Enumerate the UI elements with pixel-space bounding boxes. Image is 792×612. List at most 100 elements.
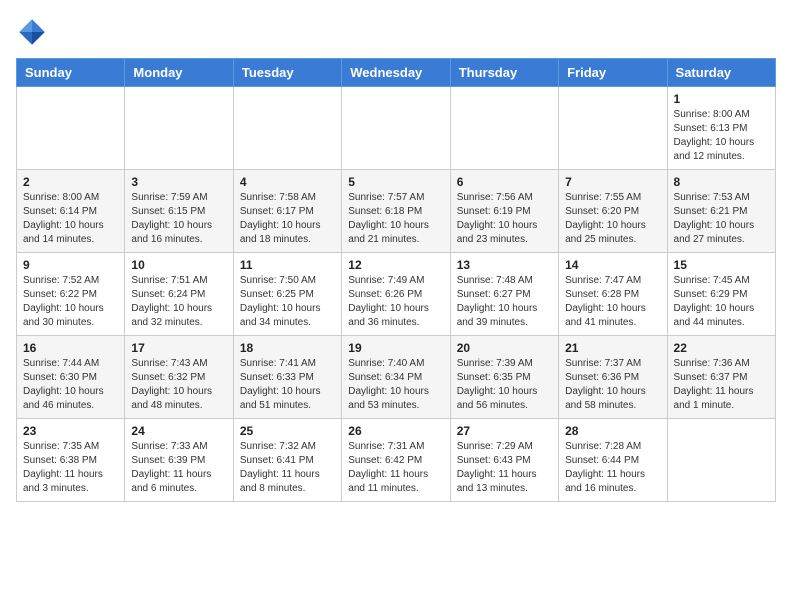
calendar-cell: 28 Sunrise: 7:28 AM Sunset: 6:44 PM Dayli… [559, 419, 667, 502]
calendar-cell: 17Sunrise: 7:43 AM Sunset: 6:32 PM Dayli… [125, 336, 233, 419]
calendar-cell: 9 Sunrise: 7:52 AM Sunset: 6:22 PM Daylig… [17, 253, 125, 336]
calendar-cell: 11 Sunrise: 7:50 AM Sunset: 6:25 PM Dayli… [233, 253, 341, 336]
calendar-header-wednesday: Wednesday [342, 59, 450, 87]
calendar-cell [450, 87, 558, 170]
day-info: Sunrise: 7:31 AM Sunset: 6:42 PM Dayligh… [348, 440, 443, 496]
calendar-header-thursday: Thursday [450, 59, 558, 87]
calendar-cell [233, 87, 341, 170]
calendar-cell: 20 Sunrise: 7:39 AM Sunset: 6:35 PM Dayli… [450, 336, 558, 419]
day-number: 11 [240, 258, 335, 272]
day-info: Sunrise: 7:37 AM Sunset: 6:36 PM Dayligh… [565, 357, 660, 413]
logo [16, 16, 52, 48]
day-number: 27 [457, 424, 552, 438]
day-number: 5 [348, 175, 443, 189]
calendar-cell [342, 87, 450, 170]
day-number: 14 [565, 258, 660, 272]
logo-icon [16, 16, 48, 48]
page-header [16, 16, 776, 48]
calendar-cell [125, 87, 233, 170]
day-info: Sunrise: 7:28 AM Sunset: 6:44 PM Dayligh… [565, 440, 660, 496]
day-number: 3 [131, 175, 226, 189]
day-info: Sunrise: 7:29 AM Sunset: 6:43 PM Dayligh… [457, 440, 552, 496]
calendar-cell: 14 Sunrise: 7:47 AM Sunset: 6:28 PM Dayli… [559, 253, 667, 336]
calendar-cell: 24 Sunrise: 7:33 AM Sunset: 6:39 PM Dayli… [125, 419, 233, 502]
day-number: 24 [131, 424, 226, 438]
calendar-cell: 6 Sunrise: 7:56 AM Sunset: 6:19 PM Daylig… [450, 170, 558, 253]
calendar-cell: 15 Sunrise: 7:45 AM Sunset: 6:29 PM Dayli… [667, 253, 775, 336]
day-info: Sunrise: 8:00 AM Sunset: 6:14 PM Dayligh… [23, 191, 118, 247]
calendar-cell: 3Sunrise: 7:59 AM Sunset: 6:15 PM Daylig… [125, 170, 233, 253]
day-info: Sunrise: 7:32 AM Sunset: 6:41 PM Dayligh… [240, 440, 335, 496]
calendar-cell: 25 Sunrise: 7:32 AM Sunset: 6:41 PM Dayli… [233, 419, 341, 502]
day-number: 18 [240, 341, 335, 355]
day-number: 21 [565, 341, 660, 355]
day-number: 25 [240, 424, 335, 438]
calendar-cell: 12 Sunrise: 7:49 AM Sunset: 6:26 PM Dayli… [342, 253, 450, 336]
day-number: 2 [23, 175, 118, 189]
calendar-cell: 26 Sunrise: 7:31 AM Sunset: 6:42 PM Dayli… [342, 419, 450, 502]
calendar-cell: 13Sunrise: 7:48 AM Sunset: 6:27 PM Dayli… [450, 253, 558, 336]
day-info: Sunrise: 7:45 AM Sunset: 6:29 PM Dayligh… [674, 274, 769, 330]
calendar-cell: 2 Sunrise: 8:00 AM Sunset: 6:14 PM Daylig… [17, 170, 125, 253]
calendar-cell: 22 Sunrise: 7:36 AM Sunset: 6:37 PM Dayli… [667, 336, 775, 419]
day-number: 4 [240, 175, 335, 189]
calendar-cell [667, 419, 775, 502]
day-number: 10 [131, 258, 226, 272]
calendar-cell: 10 Sunrise: 7:51 AM Sunset: 6:24 PM Dayli… [125, 253, 233, 336]
day-info: Sunrise: 7:52 AM Sunset: 6:22 PM Dayligh… [23, 274, 118, 330]
day-number: 6 [457, 175, 552, 189]
calendar-cell: 8 Sunrise: 7:53 AM Sunset: 6:21 PM Daylig… [667, 170, 775, 253]
calendar-week-3: 9 Sunrise: 7:52 AM Sunset: 6:22 PM Daylig… [17, 253, 776, 336]
calendar-header-row: SundayMondayTuesdayWednesdayThursdayFrid… [17, 59, 776, 87]
day-number: 16 [23, 341, 118, 355]
day-info: Sunrise: 7:58 AM Sunset: 6:17 PM Dayligh… [240, 191, 335, 247]
day-number: 15 [674, 258, 769, 272]
calendar-cell: 4 Sunrise: 7:58 AM Sunset: 6:17 PM Daylig… [233, 170, 341, 253]
calendar-cell [17, 87, 125, 170]
day-info: Sunrise: 7:43 AM Sunset: 6:32 PM Dayligh… [131, 357, 226, 413]
day-info: Sunrise: 7:35 AM Sunset: 6:38 PM Dayligh… [23, 440, 118, 496]
day-info: Sunrise: 7:53 AM Sunset: 6:21 PM Dayligh… [674, 191, 769, 247]
day-info: Sunrise: 7:41 AM Sunset: 6:33 PM Dayligh… [240, 357, 335, 413]
day-number: 1 [674, 92, 769, 106]
day-info: Sunrise: 7:33 AM Sunset: 6:39 PM Dayligh… [131, 440, 226, 496]
calendar-cell: 1 Sunrise: 8:00 AM Sunset: 6:13 PM Daylig… [667, 87, 775, 170]
calendar-cell: 16 Sunrise: 7:44 AM Sunset: 6:30 PM Dayli… [17, 336, 125, 419]
calendar-week-5: 23 Sunrise: 7:35 AM Sunset: 6:38 PM Dayli… [17, 419, 776, 502]
calendar-week-1: 1 Sunrise: 8:00 AM Sunset: 6:13 PM Daylig… [17, 87, 776, 170]
calendar-cell: 5Sunrise: 7:57 AM Sunset: 6:18 PM Daylig… [342, 170, 450, 253]
calendar-header-sunday: Sunday [17, 59, 125, 87]
day-number: 9 [23, 258, 118, 272]
day-info: Sunrise: 7:40 AM Sunset: 6:34 PM Dayligh… [348, 357, 443, 413]
day-number: 23 [23, 424, 118, 438]
day-info: Sunrise: 7:49 AM Sunset: 6:26 PM Dayligh… [348, 274, 443, 330]
calendar-header-tuesday: Tuesday [233, 59, 341, 87]
calendar-cell: 7 Sunrise: 7:55 AM Sunset: 6:20 PM Daylig… [559, 170, 667, 253]
calendar-cell [559, 87, 667, 170]
calendar-header-monday: Monday [125, 59, 233, 87]
day-info: Sunrise: 7:44 AM Sunset: 6:30 PM Dayligh… [23, 357, 118, 413]
day-info: Sunrise: 7:50 AM Sunset: 6:25 PM Dayligh… [240, 274, 335, 330]
calendar-week-2: 2 Sunrise: 8:00 AM Sunset: 6:14 PM Daylig… [17, 170, 776, 253]
day-number: 19 [348, 341, 443, 355]
day-info: Sunrise: 7:47 AM Sunset: 6:28 PM Dayligh… [565, 274, 660, 330]
day-info: Sunrise: 7:51 AM Sunset: 6:24 PM Dayligh… [131, 274, 226, 330]
day-number: 22 [674, 341, 769, 355]
day-info: Sunrise: 7:55 AM Sunset: 6:20 PM Dayligh… [565, 191, 660, 247]
day-number: 8 [674, 175, 769, 189]
calendar-cell: 18 Sunrise: 7:41 AM Sunset: 6:33 PM Dayli… [233, 336, 341, 419]
day-info: Sunrise: 7:36 AM Sunset: 6:37 PM Dayligh… [674, 357, 769, 413]
day-info: Sunrise: 7:56 AM Sunset: 6:19 PM Dayligh… [457, 191, 552, 247]
calendar-cell: 21 Sunrise: 7:37 AM Sunset: 6:36 PM Dayli… [559, 336, 667, 419]
day-number: 12 [348, 258, 443, 272]
day-number: 20 [457, 341, 552, 355]
day-number: 7 [565, 175, 660, 189]
day-number: 13 [457, 258, 552, 272]
day-info: Sunrise: 7:39 AM Sunset: 6:35 PM Dayligh… [457, 357, 552, 413]
day-info: Sunrise: 8:00 AM Sunset: 6:13 PM Dayligh… [674, 108, 769, 164]
calendar-header-saturday: Saturday [667, 59, 775, 87]
calendar-week-4: 16 Sunrise: 7:44 AM Sunset: 6:30 PM Dayli… [17, 336, 776, 419]
calendar-cell: 19 Sunrise: 7:40 AM Sunset: 6:34 PM Dayli… [342, 336, 450, 419]
day-number: 28 [565, 424, 660, 438]
day-number: 26 [348, 424, 443, 438]
